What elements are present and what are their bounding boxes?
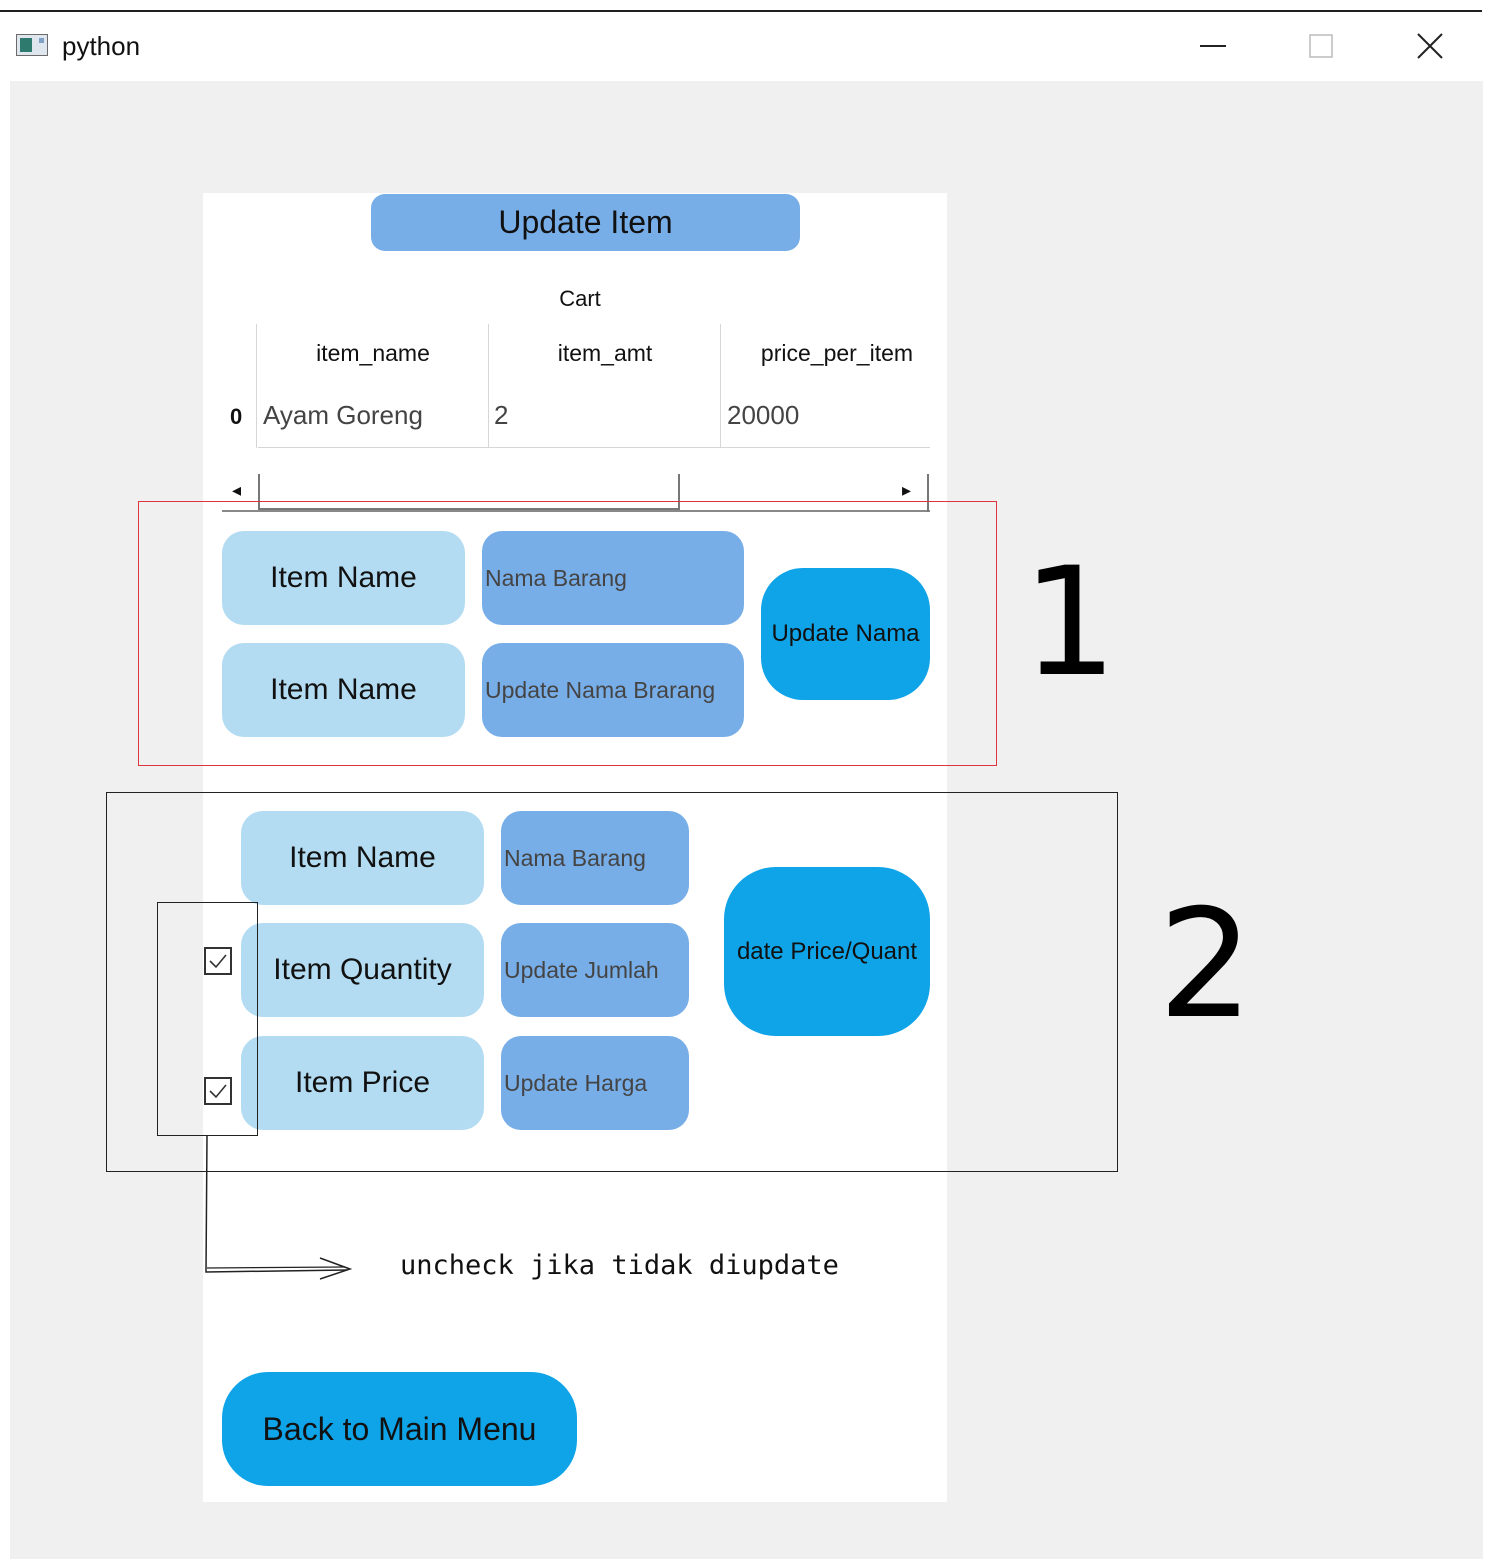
- table-column-divider: [488, 324, 489, 448]
- annotation-arrow-icon: [205, 1135, 353, 1280]
- annotation-box-checkboxes: [157, 902, 258, 1136]
- table-column-divider: [256, 324, 257, 448]
- table-bottom-border: [258, 447, 930, 448]
- minimize-icon: [1200, 45, 1226, 47]
- column-header-item-name[interactable]: item_name: [258, 340, 488, 367]
- title-bar: python: [10, 12, 1483, 80]
- row-index: 0: [230, 404, 243, 429]
- column-header-price-per-item[interactable]: price_per_item: [722, 340, 952, 367]
- annotation-box-section-1: [138, 501, 997, 766]
- back-to-main-menu-button[interactable]: Back to Main Menu: [222, 1372, 577, 1486]
- close-icon: [1417, 33, 1443, 59]
- scroll-left-arrow-icon[interactable]: ◂: [232, 480, 241, 501]
- update-item-header-button[interactable]: Update Item: [371, 194, 800, 251]
- window-title: python: [62, 31, 141, 61]
- table-column-divider: [720, 324, 721, 448]
- scroll-right-arrow-icon[interactable]: ▸: [902, 480, 911, 501]
- annotation-marker-1: 1: [1022, 536, 1118, 710]
- minimize-button[interactable]: [1159, 12, 1267, 80]
- annotation-marker-2: 2: [1158, 878, 1254, 1052]
- maximize-icon: [1309, 34, 1333, 58]
- cart-label: Cart: [559, 286, 601, 311]
- close-button[interactable]: [1376, 12, 1484, 80]
- table-cell-item-name[interactable]: Ayam Goreng: [263, 400, 423, 431]
- annotation-note: uncheck jika tidak diupdate: [400, 1250, 839, 1281]
- table-cell-item-amt[interactable]: 2: [494, 400, 508, 431]
- maximize-button[interactable]: [1267, 12, 1375, 80]
- table-cell-price[interactable]: 20000: [727, 400, 799, 431]
- column-header-item-amt[interactable]: item_amt: [490, 340, 720, 367]
- python-app-icon: [16, 34, 48, 56]
